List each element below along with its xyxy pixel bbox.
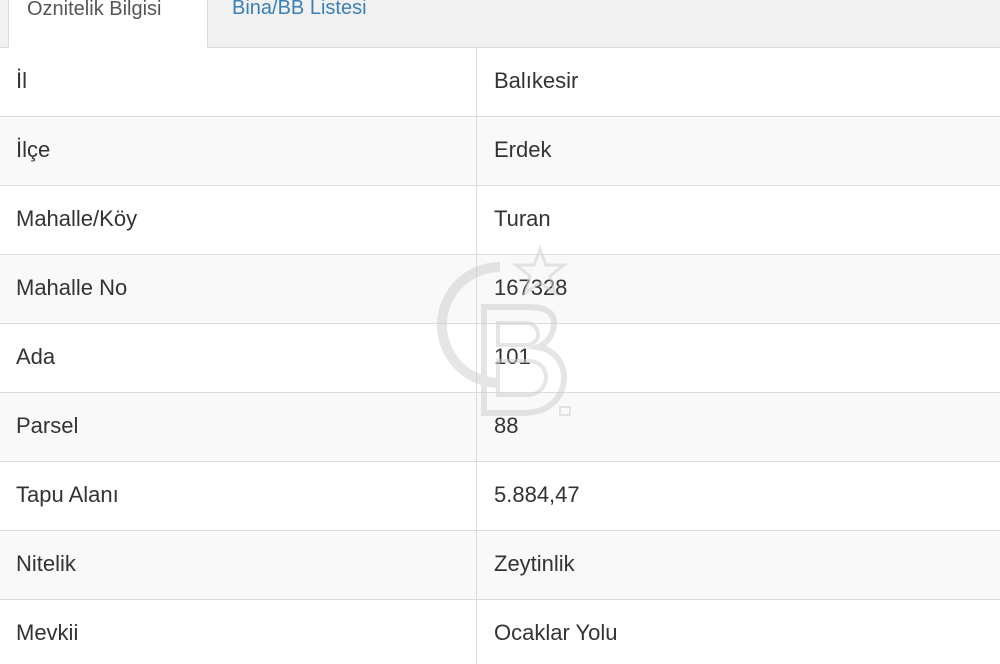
table-row-parcel: Parsel 88 bbox=[0, 393, 1000, 462]
row-key: İlçe bbox=[0, 117, 477, 185]
row-key: İl bbox=[0, 48, 477, 116]
table-row-quality: Nitelik Zeytinlik bbox=[0, 531, 1000, 600]
row-value: 5.884,47 bbox=[494, 482, 580, 507]
row-key: Mevkii bbox=[0, 600, 477, 664]
row-key: Tapu Alanı bbox=[0, 462, 477, 530]
row-key: Ada bbox=[0, 324, 477, 392]
tab-attribute-info[interactable]: Öznitelik Bilgisi bbox=[8, 0, 208, 48]
tab-building-list[interactable]: Bina/BB Listesi bbox=[214, 0, 385, 48]
row-key: Nitelik bbox=[0, 531, 477, 599]
table-row-block: Ada 101 bbox=[0, 324, 1000, 393]
row-key: Mahalle No bbox=[0, 255, 477, 323]
attribute-table: İl Balıkesir İlçe Erdek Mahalle/Köy Tura… bbox=[0, 48, 1000, 664]
row-key: Mahalle/Köy bbox=[0, 186, 477, 254]
table-row-deed-area: Tapu Alanı 5.884,47 bbox=[0, 462, 1000, 531]
row-value: 88 bbox=[494, 413, 519, 438]
row-value: Balıkesir bbox=[494, 68, 579, 93]
row-value: 167328 bbox=[494, 275, 568, 300]
row-value: 101 bbox=[494, 344, 531, 369]
table-row-province: İl Balıkesir bbox=[0, 48, 1000, 117]
row-value: Turan bbox=[494, 206, 551, 231]
parcel-info-panel: Öznitelik Bilgisi Bina/BB Listesi İl Bal… bbox=[0, 0, 1000, 664]
tab-bar: Öznitelik Bilgisi Bina/BB Listesi bbox=[0, 0, 1000, 48]
table-row-district: İlçe Erdek bbox=[0, 117, 1000, 186]
table-row-neighborhood-no: Mahalle No 167328 bbox=[0, 255, 1000, 324]
row-key: Parsel bbox=[0, 393, 477, 461]
row-value: Zeytinlik bbox=[494, 551, 575, 576]
row-value: Erdek bbox=[494, 137, 552, 162]
table-row-location: Mevkii Ocaklar Yolu bbox=[0, 600, 1000, 664]
table-row-neighborhood: Mahalle/Köy Turan bbox=[0, 186, 1000, 255]
row-value: Ocaklar Yolu bbox=[494, 620, 618, 645]
